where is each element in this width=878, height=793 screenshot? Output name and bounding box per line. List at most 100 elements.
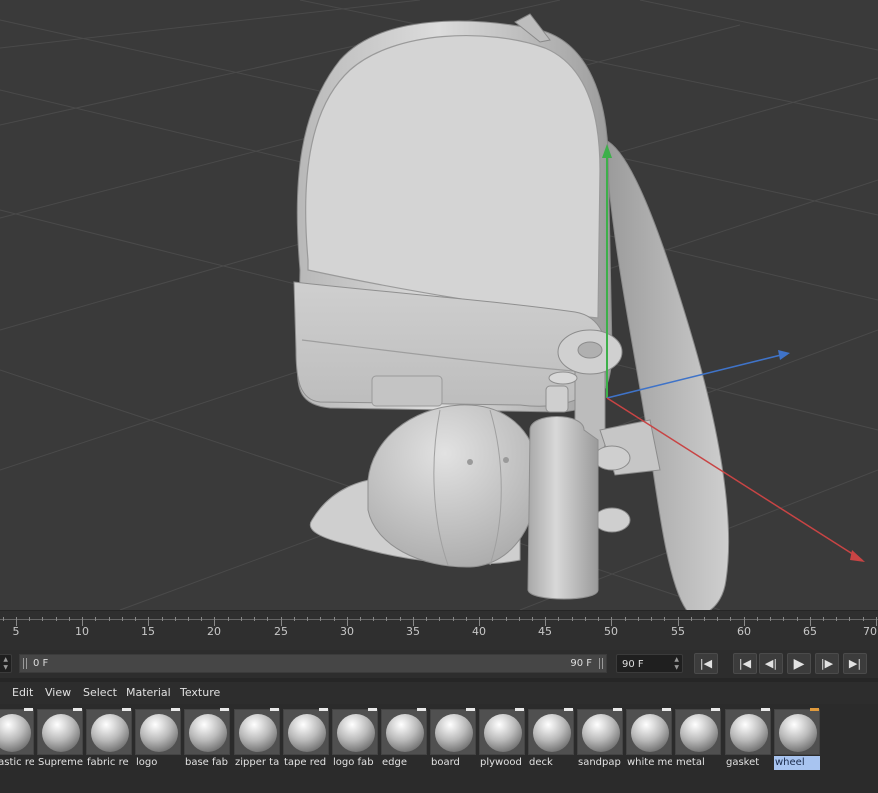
material-swatch[interactable]: wheel (774, 708, 820, 771)
material-preview (626, 709, 672, 755)
material-swatch[interactable]: plywood (479, 708, 525, 771)
ruler-tick (241, 617, 242, 621)
app-root: 5 10 15 20 25 30 35 40 45 50 55 60 65 70 ▲ ▼ 0 F 90 F … (0, 0, 878, 793)
menu-select[interactable]: Select (83, 686, 117, 699)
ruler-tick (69, 617, 70, 621)
ruler-tick (651, 617, 652, 621)
ruler-tick (704, 617, 705, 621)
menu-texture[interactable]: Texture (180, 686, 220, 699)
next-frame-button[interactable]: |▶ (815, 653, 839, 674)
ruler-tick (56, 617, 57, 621)
material-preview (528, 709, 574, 755)
material-name: zipper ta (235, 757, 280, 768)
ruler-tick (373, 617, 374, 621)
current-frame-label: 0 F (33, 658, 49, 669)
backpack-top-panel (305, 34, 601, 319)
material-sphere-icon (680, 714, 718, 752)
material-name: gasket (726, 757, 760, 768)
material-swatch[interactable]: edge (381, 708, 427, 771)
ruler-tick (572, 617, 573, 621)
material-preview (381, 709, 427, 755)
ruler-tick (558, 617, 559, 621)
range-start-grip[interactable] (23, 658, 27, 669)
previous-frame-button[interactable]: ◀| (759, 653, 783, 674)
go-to-start-button[interactable]: |◀ (733, 653, 757, 674)
material-sphere-icon (779, 714, 817, 752)
menu-view[interactable]: View (45, 686, 71, 699)
material-swatch[interactable]: metal (675, 708, 721, 771)
range-end-grip[interactable] (599, 658, 603, 669)
material-swatch[interactable]: gasket (725, 708, 771, 771)
ruler-tick (400, 617, 401, 621)
play-button[interactable]: ▶ (787, 653, 811, 674)
ruler-tick (519, 617, 520, 621)
material-tag-marker (417, 708, 426, 711)
next-frame-icon: |▶ (820, 657, 834, 670)
material-swatch[interactable]: logo fab (332, 708, 378, 771)
material-tag-marker (711, 708, 720, 711)
ruler-tick (439, 617, 440, 621)
frame-range-slider[interactable]: 0 F 90 F (19, 654, 607, 673)
material-swatch[interactable]: logo (135, 708, 181, 771)
end-frame-field[interactable]: 90 F ▲ ▼ (616, 654, 683, 673)
go-to-end-button[interactable]: ▶| (843, 653, 867, 674)
ruler-label: 5 (12, 625, 20, 638)
ruler-tick (228, 617, 229, 621)
material-tag-marker (515, 708, 524, 711)
material-swatch[interactable]: zipper ta (234, 708, 280, 771)
material-swatch[interactable]: white me (626, 708, 672, 771)
ruler-tick (175, 617, 176, 621)
material-sphere-icon (91, 714, 129, 752)
material-tag-marker (761, 708, 770, 711)
start-frame-spinner[interactable]: ▲ ▼ (0, 654, 12, 673)
ruler-label: 60 (737, 625, 751, 638)
material-tag-marker (613, 708, 622, 711)
material-name: fabric re (87, 757, 129, 768)
menu-edit[interactable]: Edit (12, 686, 33, 699)
material-swatch[interactable]: fabric re (86, 708, 132, 771)
material-tag-marker (810, 708, 819, 711)
ruler-tick (757, 617, 758, 621)
material-name: Supreme (38, 757, 83, 768)
range-end-label: 90 F (570, 658, 592, 669)
ruler-tick (122, 617, 123, 621)
material-sphere-icon (484, 714, 522, 752)
ruler-label: 55 (671, 625, 685, 638)
timeline-ruler[interactable]: 5 10 15 20 25 30 35 40 45 50 55 60 65 70 (0, 610, 878, 651)
material-preview (234, 709, 280, 755)
ruler-tick (307, 617, 308, 621)
material-swatch[interactable]: base fab (184, 708, 230, 771)
material-swatch[interactable]: sandpap (577, 708, 623, 771)
record-keyframe-button[interactable]: |◀ (694, 653, 718, 674)
ruler-tick (836, 617, 837, 621)
ruler-tick (532, 617, 533, 621)
backpack-logo-patch (371, 375, 443, 407)
menu-material[interactable]: Material (126, 686, 171, 699)
material-sphere-icon (239, 714, 277, 752)
material-name: edge (382, 757, 407, 768)
material-swatch[interactable]: tape red (283, 708, 329, 771)
ruler-label: 35 (406, 625, 420, 638)
viewport-scene (0, 0, 878, 610)
ruler-tick (135, 617, 136, 621)
ruler-label: 50 (604, 625, 618, 638)
ruler-label: 70 (863, 625, 877, 638)
material-preview (430, 709, 476, 755)
material-tag-marker (368, 708, 377, 711)
ruler-label: 10 (75, 625, 89, 638)
ruler-tick (320, 617, 321, 621)
material-preview (283, 709, 329, 755)
ruler-label: 20 (207, 625, 221, 638)
material-swatch[interactable]: Supreme (37, 708, 83, 771)
3d-viewport[interactable] (0, 0, 878, 610)
material-swatch[interactable]: deck (528, 708, 574, 771)
material-name: sandpap (578, 757, 621, 768)
ruler-tick (162, 617, 163, 621)
ruler-tick (585, 617, 586, 621)
ruler-tick (42, 617, 43, 621)
material-swatch[interactable]: plastic re (0, 708, 34, 771)
ruler-tick (466, 617, 467, 621)
material-swatch[interactable]: board (430, 708, 476, 771)
material-preview (675, 709, 721, 755)
previous-frame-icon: ◀| (764, 657, 778, 670)
